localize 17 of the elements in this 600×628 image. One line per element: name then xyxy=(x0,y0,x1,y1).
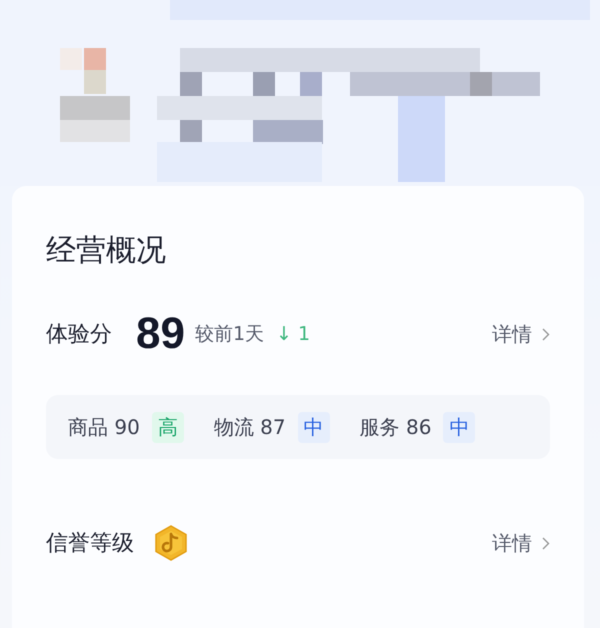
chevron-right-icon xyxy=(542,536,550,550)
score-change: ↓ 1 xyxy=(276,323,310,345)
score-label: 体验分 xyxy=(46,321,112,349)
level-tag: 中 xyxy=(298,412,330,442)
chevron-right-icon xyxy=(542,328,550,340)
metric-label: 商品 90 xyxy=(68,414,140,440)
card-title: 经营概况 xyxy=(46,232,167,270)
details-link[interactable]: 详情 xyxy=(492,320,550,348)
metric-label: 物流 87 xyxy=(214,414,286,440)
level-tag: 高 xyxy=(152,412,184,442)
score-value: 89 xyxy=(136,309,185,359)
music-note-badge-icon xyxy=(154,525,188,561)
compare-label: 较前1天 xyxy=(194,322,264,347)
level-tag: 中 xyxy=(443,412,476,442)
details-link[interactable]: 详情 xyxy=(492,530,550,556)
credit-label: 信誉等级 xyxy=(46,530,134,558)
metric-label: 服务 86 xyxy=(360,414,432,440)
